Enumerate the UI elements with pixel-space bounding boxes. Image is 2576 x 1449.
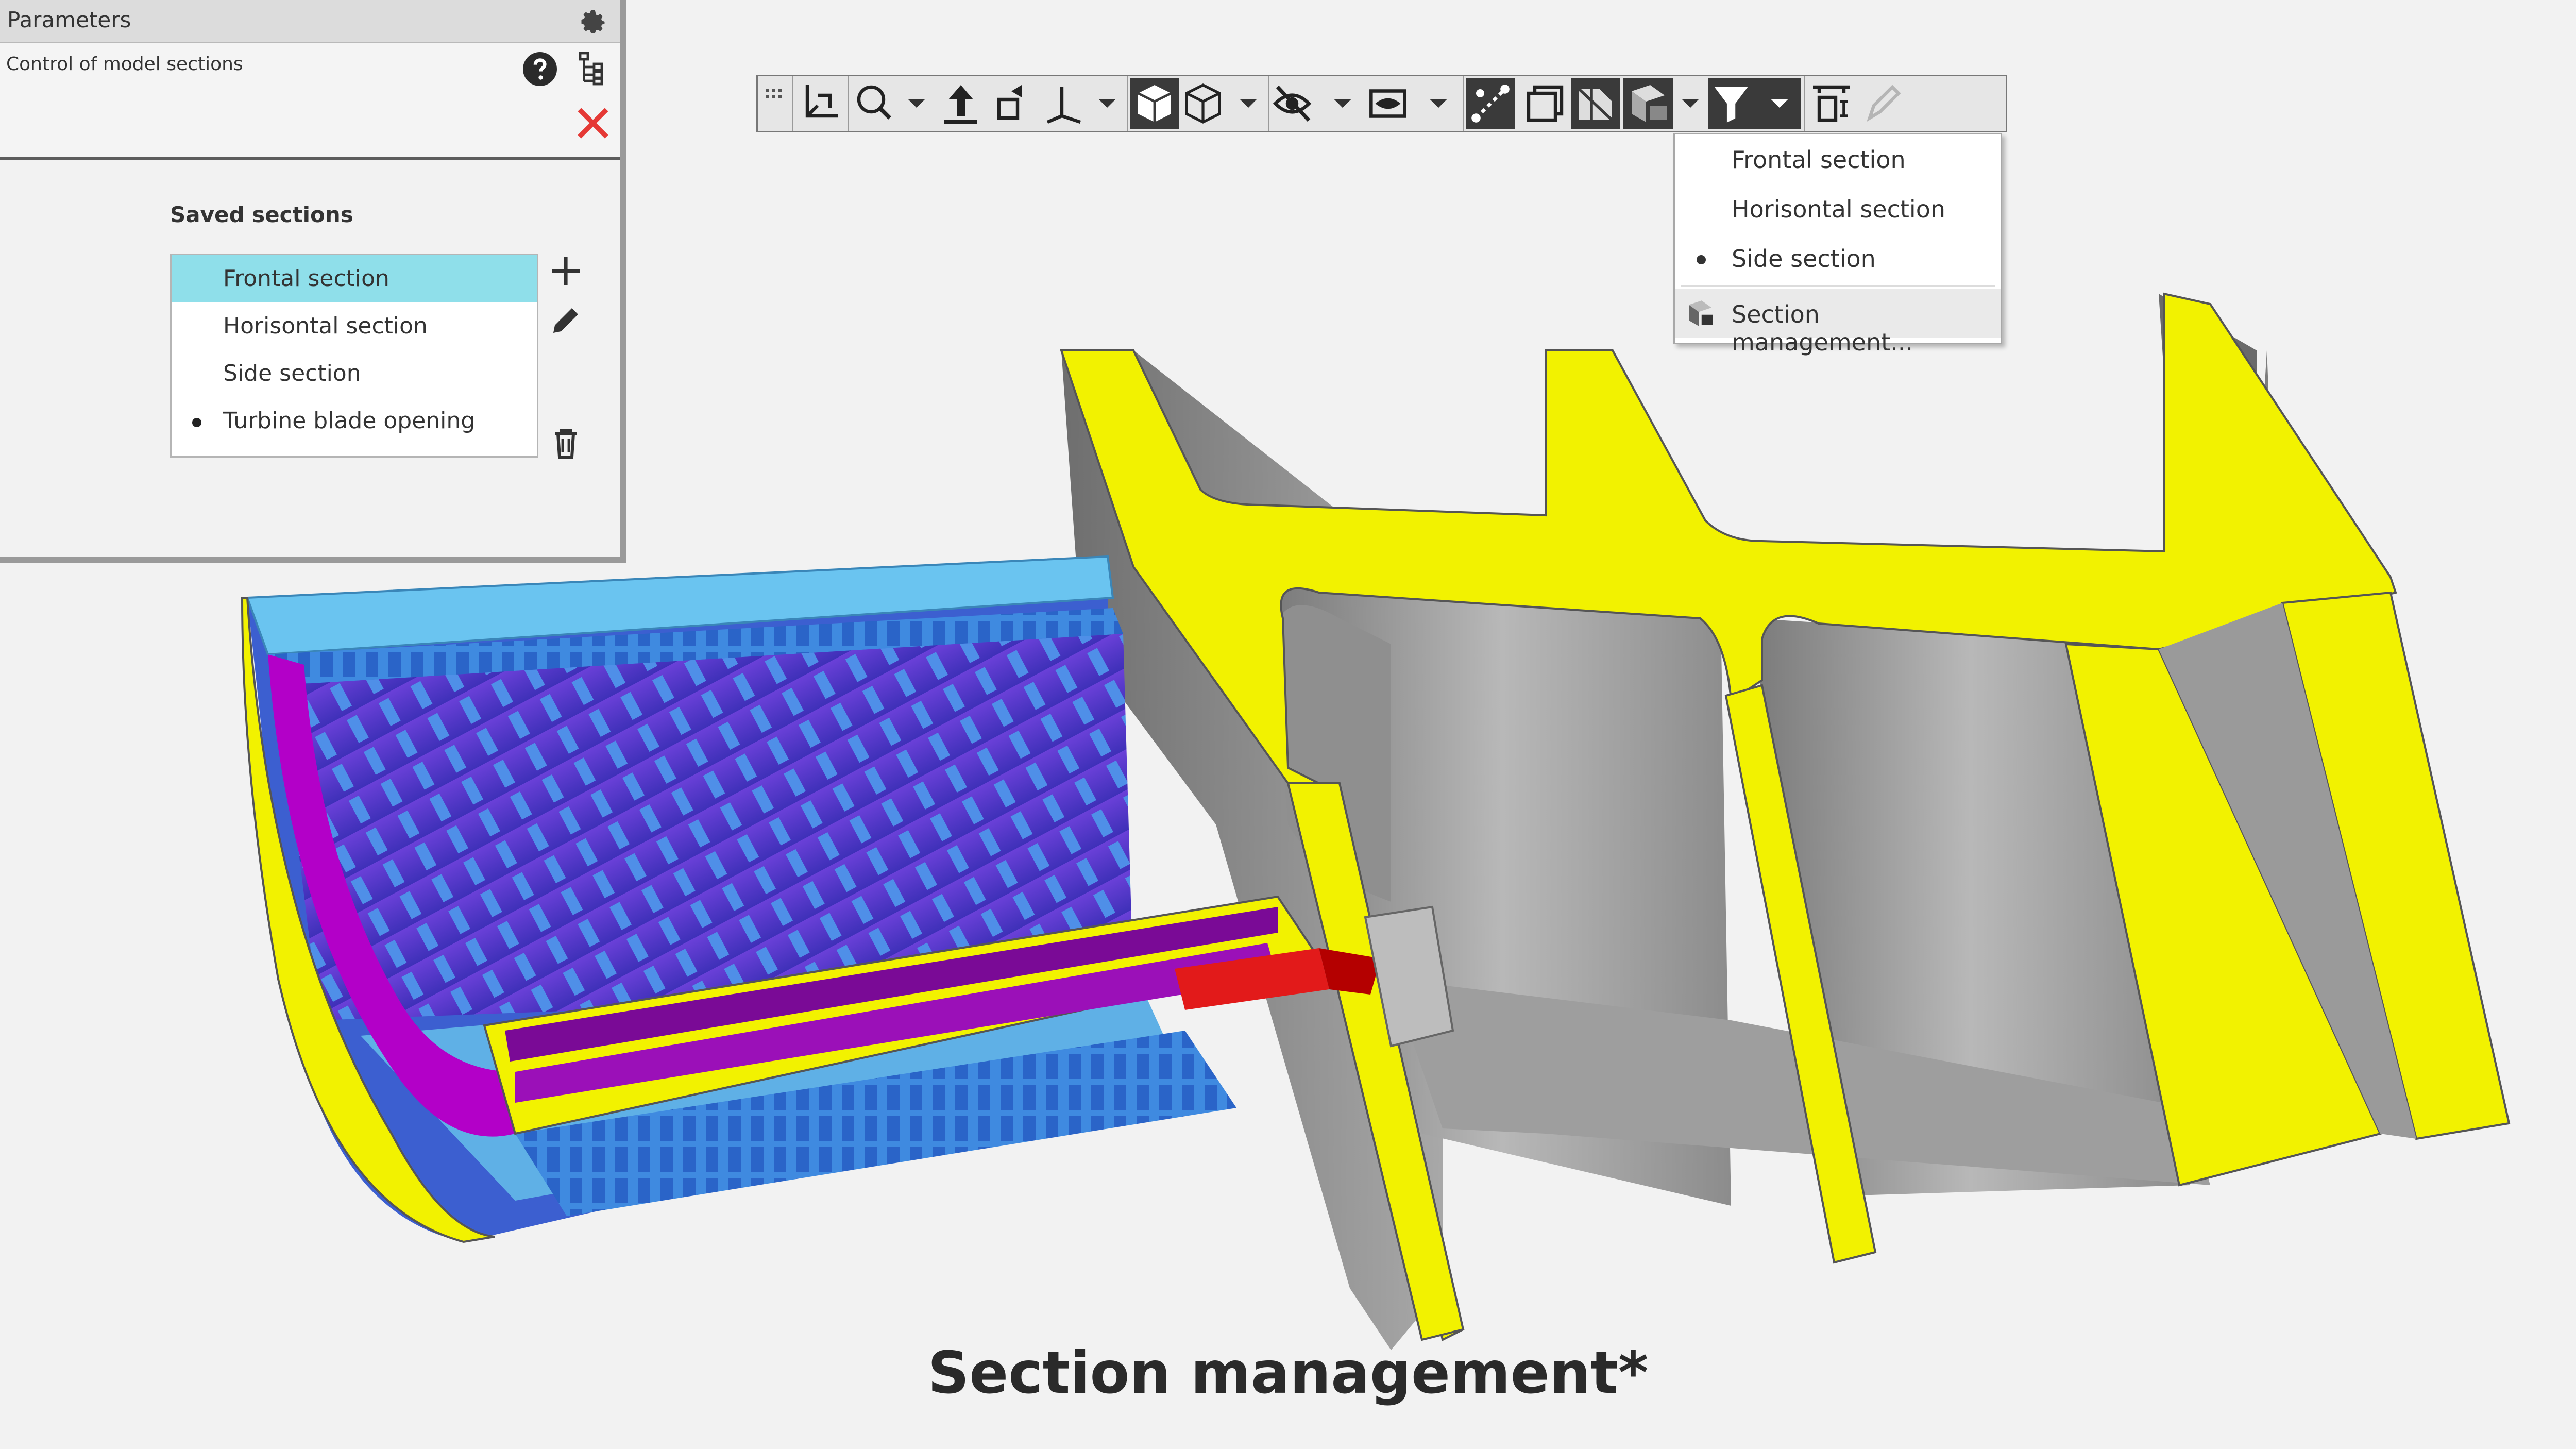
zoom-icon[interactable] <box>851 78 933 129</box>
section-item-frontal[interactable]: Frontal section <box>172 255 537 302</box>
menu-item-label: Section management... <box>1732 300 1913 356</box>
pen-icon <box>1859 78 1909 129</box>
menu-item-side-section[interactable]: Side section <box>1675 233 2001 282</box>
delete-icon[interactable] <box>547 425 584 462</box>
menu-item-frontal-section[interactable]: Frontal section <box>1675 134 2001 183</box>
close-icon[interactable] <box>575 105 611 141</box>
hide-icon[interactable] <box>1271 78 1364 129</box>
menu-item-horisontal-section[interactable]: Horisontal section <box>1675 184 2001 232</box>
filter-icon[interactable] <box>1708 78 1801 129</box>
saved-sections-title: Saved sections <box>170 202 353 227</box>
help-icon[interactable] <box>521 50 558 88</box>
grip-icon[interactable] <box>762 78 789 129</box>
axis-icon[interactable] <box>1041 78 1124 129</box>
tree-icon[interactable] <box>577 52 608 86</box>
section-item-turbine-blade-opening[interactable]: Turbine blade opening <box>172 397 537 445</box>
measure-icon[interactable] <box>1466 78 1515 129</box>
shaded-cube-icon[interactable] <box>1130 78 1179 129</box>
pan-icon[interactable] <box>936 78 986 129</box>
saved-sections-list[interactable]: Frontal section Horisontal section Side … <box>170 254 538 458</box>
section-dropdown-arrow-icon[interactable] <box>1676 78 1705 129</box>
section-dropdown-menu[interactable]: Frontal section Horisontal section Side … <box>1673 133 2002 356</box>
panel-subheader: Control of model sections <box>0 43 620 160</box>
show-icon[interactable] <box>1367 78 1460 129</box>
panel-header: Parameters <box>0 0 620 43</box>
section-item-label: Side section <box>223 360 361 386</box>
active-bullet-icon <box>192 418 201 427</box>
transparency-icon[interactable] <box>1571 78 1620 129</box>
panel-title: Parameters <box>7 7 131 32</box>
gear-icon[interactable] <box>578 6 608 37</box>
edit-icon[interactable] <box>547 302 584 339</box>
view-toolbar <box>756 75 2007 132</box>
menu-divider <box>1681 285 1995 287</box>
section-item-horisontal[interactable]: Horisontal section <box>172 302 537 350</box>
section-icon[interactable] <box>1623 78 1673 129</box>
menu-item-label: Side section <box>1732 245 1876 273</box>
orient-icon[interactable] <box>795 78 844 129</box>
dimension-icon[interactable] <box>1807 78 1856 129</box>
rotate-icon[interactable] <box>989 78 1038 129</box>
wireframe-cube-icon[interactable] <box>1182 78 1265 129</box>
layers-icon[interactable] <box>1518 78 1568 129</box>
add-icon[interactable] <box>547 252 584 290</box>
section-item-label: Turbine blade opening <box>223 408 476 434</box>
caption-title: Section management* <box>927 1340 1649 1407</box>
parameters-panel: Parameters Control of model sections Sav… <box>0 0 626 563</box>
menu-item-label: Frontal section <box>1732 146 1906 174</box>
active-bullet-icon <box>1697 255 1706 264</box>
panel-subtitle: Control of model sections <box>6 54 243 75</box>
section-management-icon <box>1689 300 1713 326</box>
section-item-side[interactable]: Side section <box>172 350 537 397</box>
menu-item-label: Horisontal section <box>1732 195 1945 223</box>
section-item-label: Horisontal section <box>223 313 428 339</box>
section-item-label: Frontal section <box>223 265 389 292</box>
menu-item-section-management[interactable]: Section management... <box>1675 289 2001 356</box>
